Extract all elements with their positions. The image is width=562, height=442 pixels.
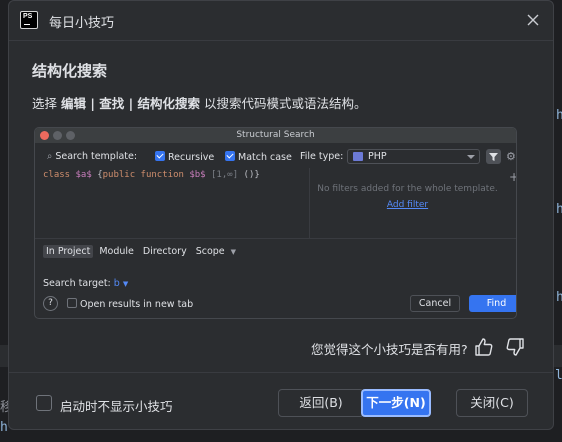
php-file-icon <box>353 152 363 161</box>
scope-tab: Scope <box>195 246 225 257</box>
tip-of-the-day-dialog: PS 每日小技巧 结构化搜索 选择 编辑 | 查找 | 结构化搜索 以搜索代码模… <box>8 0 554 430</box>
file-type-label: File type: <box>300 151 344 162</box>
search-template-label: ⌕ Search template: <box>47 151 138 162</box>
recursive-checkbox: Recursive <box>155 151 214 163</box>
plus-icon: + <box>509 170 516 184</box>
title-bar: PS 每日小技巧 <box>9 1 553 41</box>
search-options-row: ⌕ Search template: Recursive Match case F… <box>35 147 516 167</box>
illustration-find-button: Find <box>469 295 516 312</box>
scope-tab: In Project <box>43 245 94 258</box>
scope-tabs: In Project Module Directory Scope ▼ <box>43 245 236 258</box>
background-editor-fragment: lo <box>555 368 562 383</box>
file-type-select: PHP <box>347 149 480 164</box>
tip-menu-path: 编辑 | 查找 | 结构化搜索 <box>60 96 201 111</box>
checkbox-checked-icon <box>155 151 165 161</box>
checkbox-checked-icon <box>225 151 235 161</box>
illustration-title: Structural Search <box>236 130 315 140</box>
tip-heading: 结构化搜索 <box>32 62 108 80</box>
search-history-icon: ⌕ <box>47 151 53 162</box>
scope-tab: Directory <box>142 246 187 257</box>
match-case-checkbox: Match case <box>225 151 292 163</box>
tip-desc-prefix: 选择 <box>32 96 61 111</box>
phpstorm-logo-icon: PS <box>20 11 38 29</box>
tip-desc-suffix: 以搜索代码模式或语法结构。 <box>200 96 367 111</box>
tip-illustration: Structural Search ⌕ Search template: Recu… <box>34 127 517 319</box>
background-editor-fragment: h <box>556 202 562 217</box>
checkbox-unchecked-icon <box>67 298 77 308</box>
illustration-titlebar: Structural Search <box>35 128 516 143</box>
chevron-down-icon: ▼ <box>230 248 237 256</box>
background-editor-fragment: h <box>0 420 8 435</box>
thumbs-down-icon[interactable] <box>504 336 526 358</box>
window-title: 每日小技巧 <box>49 16 115 31</box>
open-results-checkbox: Open results in new tab <box>67 298 193 310</box>
close-icon[interactable] <box>523 10 543 30</box>
help-icon: ? <box>43 296 58 311</box>
next-button[interactable]: 下一步(N) <box>361 389 431 417</box>
divider <box>309 168 310 238</box>
no-filters-text: No filters added for the whole template. <box>317 184 498 194</box>
close-button[interactable]: 关闭(C) <box>456 389 528 417</box>
footer-divider <box>9 372 553 373</box>
chevron-down-icon <box>467 155 475 159</box>
filter-icon <box>486 149 501 164</box>
back-button[interactable]: 返回(B) <box>278 389 364 417</box>
background-editor-fragment: h <box>556 290 562 305</box>
feedback-question: 您觉得这个小技巧是否有用? <box>311 342 468 357</box>
background-editor-fragment: h <box>556 108 562 123</box>
chevron-down-icon: ▼ <box>122 280 129 288</box>
template-editor: class $a$ {public function $b$ [1,∞] ()} <box>43 170 260 180</box>
gear-icon: ⚙ <box>506 150 516 163</box>
illustration-cancel-button: Cancel <box>410 295 460 312</box>
search-target: Search target: b ▼ <box>43 278 129 289</box>
dont-show-on-startup-checkbox[interactable] <box>36 395 52 411</box>
divider <box>35 238 516 239</box>
thumbs-up-icon[interactable] <box>473 336 495 358</box>
add-filter-link: Add filter <box>386 200 429 210</box>
scope-tab: Module <box>99 246 134 257</box>
tip-description: 选择 编辑 | 查找 | 结构化搜索 以搜索代码模式或语法结构。 <box>32 93 367 112</box>
dont-show-on-startup-label[interactable]: 启动时不显示小技巧 <box>60 396 173 415</box>
